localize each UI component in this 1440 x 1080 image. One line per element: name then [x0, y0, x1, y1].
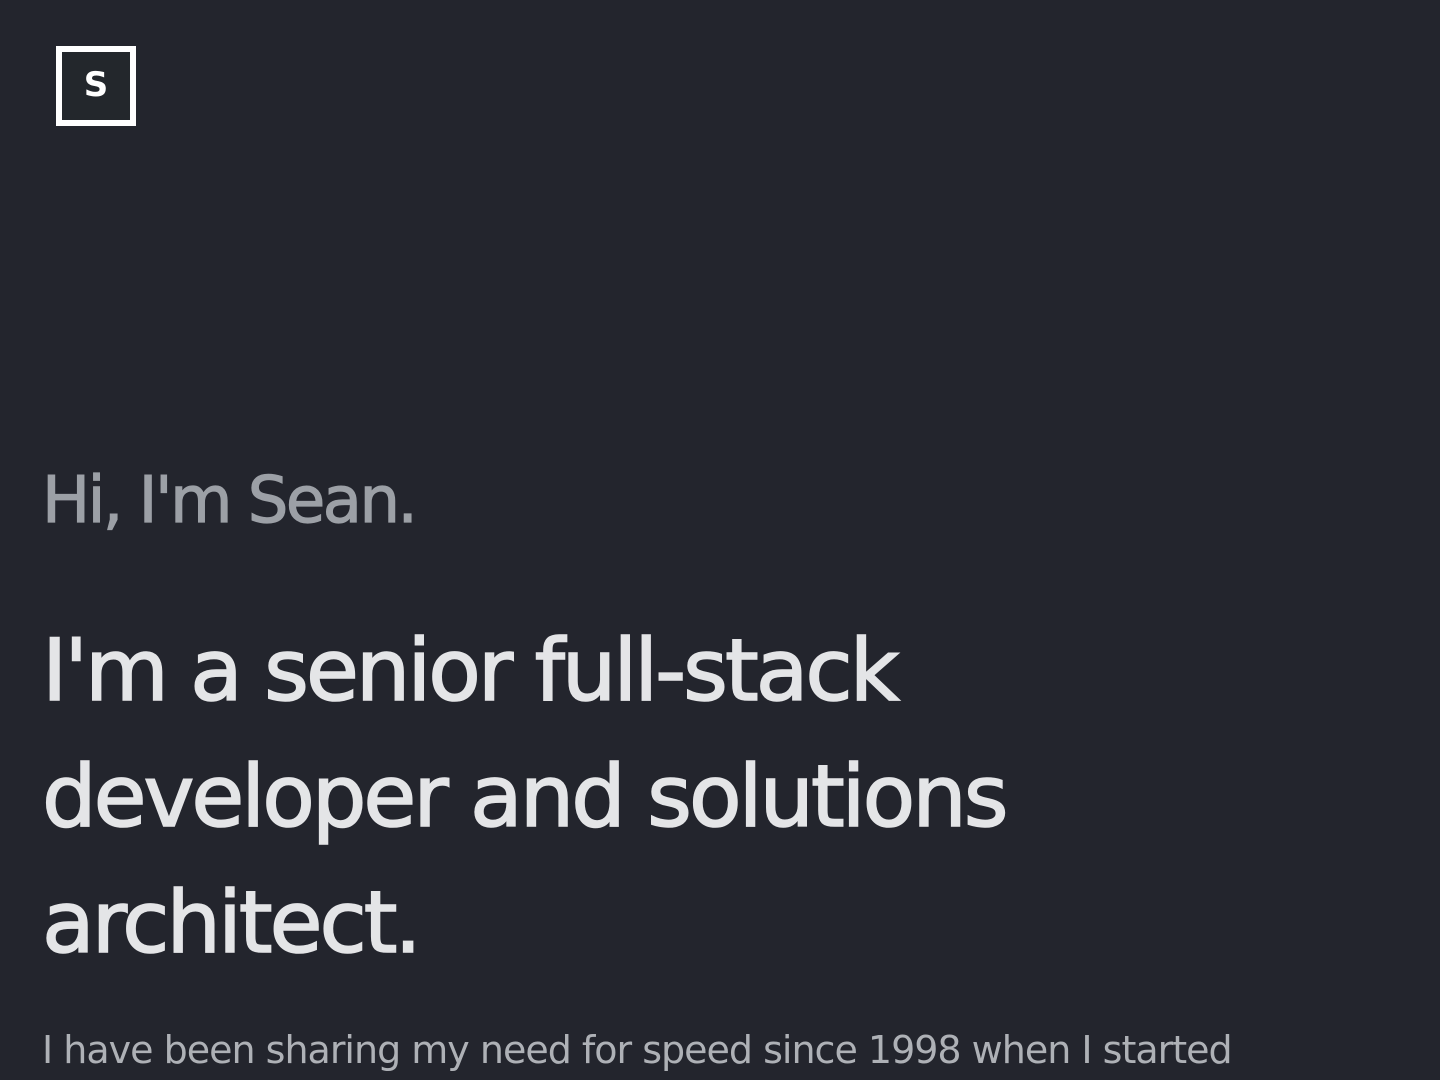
headline: I'm a senior full-stack developer and so… — [41, 620, 1009, 974]
logo-letter: S — [83, 65, 109, 105]
site-logo[interactable]: S — [56, 46, 136, 126]
hero-section: Hi, I'm Sean. I'm a senior full-stack de… — [41, 456, 1372, 1080]
greeting-heading: Hi, I'm Sean. — [41, 463, 418, 538]
intro-paragraph: I have been sharing my need for speed si… — [42, 1028, 1233, 1072]
